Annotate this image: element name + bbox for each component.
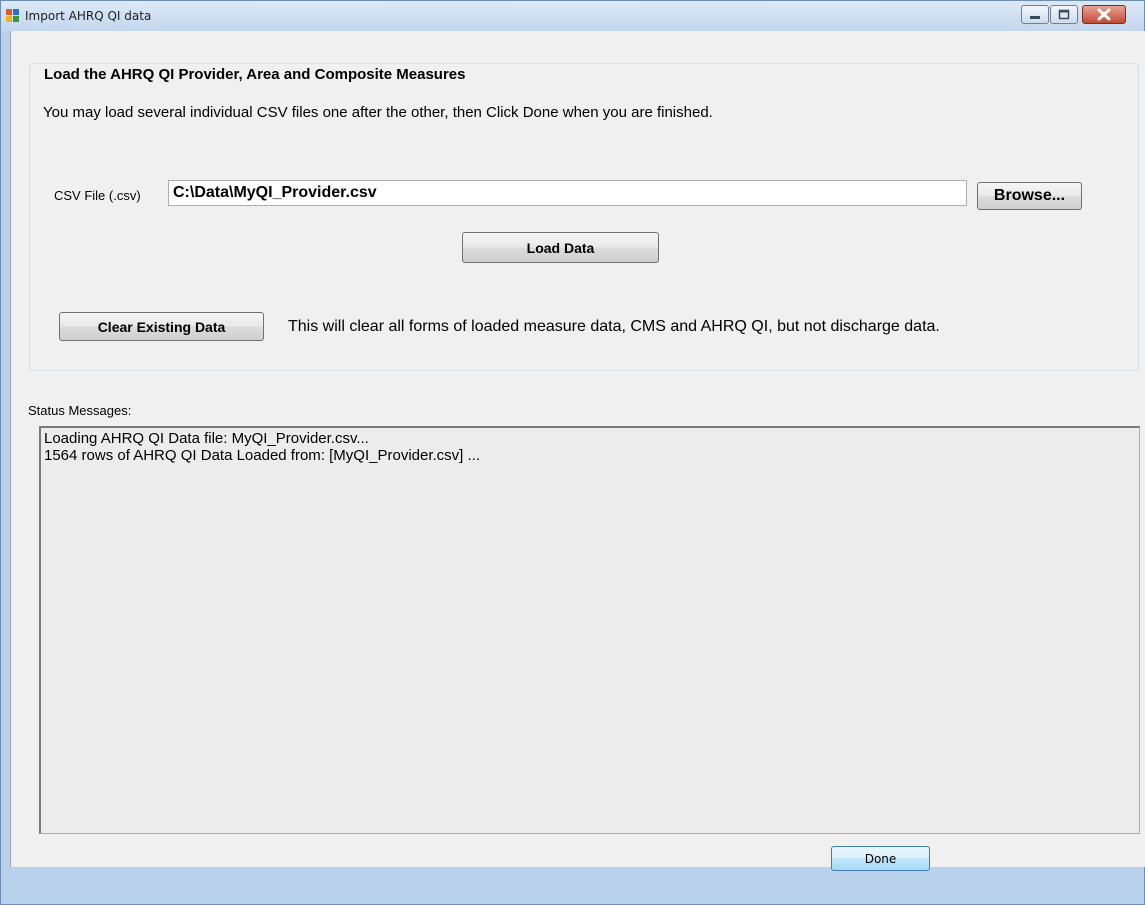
load-data-button[interactable]: Load Data bbox=[462, 232, 659, 263]
clear-note-text: This will clear all forms of loaded meas… bbox=[288, 318, 940, 335]
minimize-button[interactable] bbox=[1021, 5, 1049, 24]
status-message-line: 1564 rows of AHRQ QI Data Loaded from: [… bbox=[44, 447, 481, 464]
maximize-icon bbox=[1058, 9, 1070, 20]
close-button[interactable] bbox=[1082, 5, 1126, 24]
status-message-line: Loading AHRQ QI Data file: MyQI_Provider… bbox=[44, 430, 369, 447]
window-title: Import AHRQ QI data bbox=[25, 9, 152, 23]
close-icon bbox=[1097, 8, 1111, 21]
status-messages-label: Status Messages: bbox=[28, 403, 132, 418]
groupbox-title: Load the AHRQ QI Provider, Area and Comp… bbox=[41, 66, 469, 83]
app-icon bbox=[6, 9, 20, 23]
client-area: Load the AHRQ QI Provider, Area and Comp… bbox=[10, 31, 1145, 867]
instructions-text: You may load several individual CSV file… bbox=[43, 104, 713, 121]
browse-button[interactable]: Browse... bbox=[977, 182, 1082, 210]
clear-existing-data-button[interactable]: Clear Existing Data bbox=[59, 312, 264, 341]
import-window: Import AHRQ QI data Load the AHRQ QI Pro… bbox=[0, 0, 1145, 905]
csv-file-label: CSV File (.csv) bbox=[54, 188, 141, 203]
minimize-icon bbox=[1030, 16, 1040, 19]
title-bar[interactable]: Import AHRQ QI data bbox=[1, 1, 1144, 31]
maximize-button[interactable] bbox=[1050, 5, 1078, 24]
csv-file-input[interactable] bbox=[168, 180, 967, 206]
status-messages-box[interactable]: Loading AHRQ QI Data file: MyQI_Provider… bbox=[39, 426, 1140, 834]
done-button[interactable]: Done bbox=[831, 846, 930, 871]
